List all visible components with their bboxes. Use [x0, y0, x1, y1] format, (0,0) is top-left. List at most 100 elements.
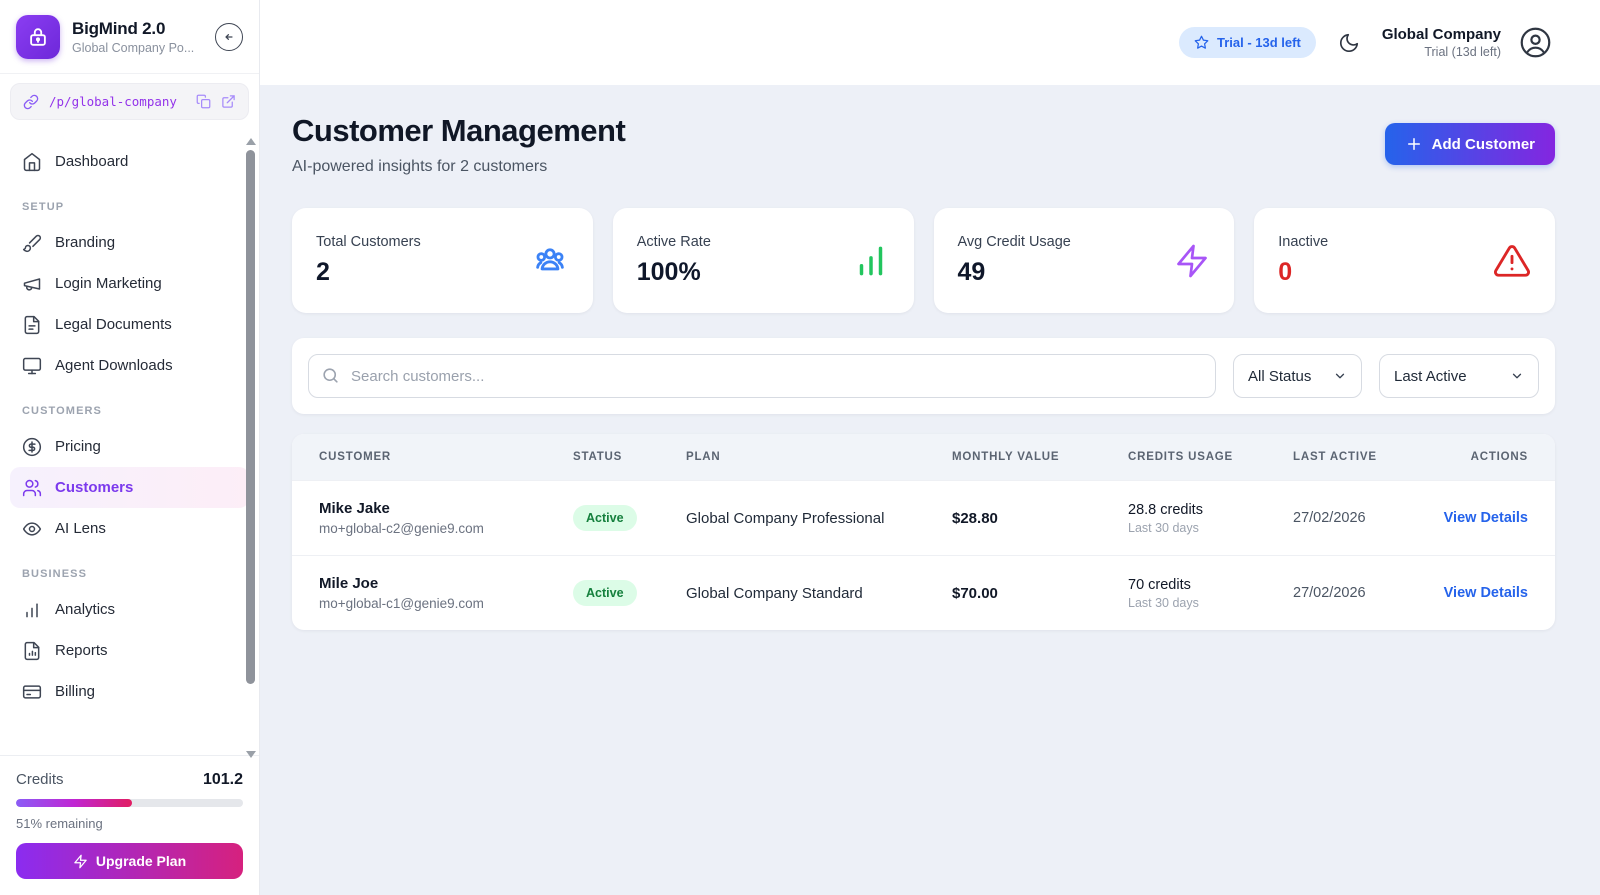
sidebar-item-label: Branding	[55, 234, 116, 251]
stat-label: Total Customers	[316, 234, 421, 250]
stat-label: Avg Credit Usage	[957, 234, 1071, 250]
upgrade-plan-button[interactable]: Upgrade Plan	[16, 843, 243, 879]
add-customer-button[interactable]: Add Customer	[1384, 123, 1555, 165]
plus-icon	[1405, 135, 1423, 153]
add-customer-label: Add Customer	[1431, 135, 1535, 153]
sidebar-item-dashboard[interactable]: Dashboard	[10, 141, 249, 182]
sidebar-item-agent-downloads[interactable]: Agent Downloads	[10, 345, 249, 386]
customers-table: Customer Status Plan Monthly Value Credi…	[292, 434, 1555, 630]
upgrade-plan-label: Upgrade Plan	[95, 853, 187, 869]
last-active-date: 27/02/2026	[1293, 510, 1366, 526]
status-badge: Active	[573, 505, 637, 531]
page-title-row: Customer Management AI-powered insights …	[292, 113, 1555, 176]
sidebar-item-label: Agent Downloads	[55, 357, 173, 374]
nav-section-business: BUSINESS	[22, 568, 88, 580]
main-column: Trial - 13d left Global Company Trial (1…	[260, 0, 1600, 895]
sidebar-item-legal-documents[interactable]: Legal Documents	[10, 304, 249, 345]
sidebar-item-label: Pricing	[55, 438, 101, 455]
alert-triangle-icon	[1493, 242, 1531, 280]
stat-value: 2	[316, 258, 330, 286]
view-details-link[interactable]: View Details	[1444, 510, 1528, 526]
credits-period: Last 30 days	[1128, 595, 1199, 610]
stat-card-total-customers: Total Customers 2	[292, 208, 593, 313]
credits-used: 70 credits	[1128, 576, 1191, 593]
customer-email: mo+global-c2@genie9.com	[319, 521, 484, 536]
sidebar-item-reports[interactable]: Reports	[10, 630, 249, 671]
collapse-sidebar-button[interactable]	[215, 23, 243, 51]
sort-filter-select[interactable]: Last Active	[1379, 354, 1539, 398]
scroll-up-arrow-icon[interactable]	[246, 138, 256, 145]
sidebar-header: BigMind 2.0 Global Company Po...	[0, 0, 259, 74]
sidebar-scrollbar	[245, 138, 257, 758]
account-name: Global Company	[1381, 26, 1501, 43]
sidebar-item-customers[interactable]: Customers	[10, 467, 249, 508]
users-icon	[22, 478, 42, 498]
portal-url-chip[interactable]: /p/global-company	[10, 83, 249, 120]
sidebar-item-label: Customers	[55, 479, 134, 496]
file-chart-icon	[22, 641, 42, 661]
nav-section-setup: SETUP	[22, 201, 65, 213]
stat-value: 0	[1278, 258, 1293, 286]
sidebar-item-login-marketing[interactable]: Login Marketing	[10, 263, 249, 304]
credits-remaining: 51% remaining	[16, 816, 103, 831]
sidebar-item-label: Legal Documents	[55, 316, 172, 333]
credits-label: Credits	[16, 771, 64, 788]
nav-section-customers: CUSTOMERS	[22, 405, 102, 417]
column-header-actions: Actions	[1470, 451, 1528, 463]
stat-card-active-rate: Active Rate 100%	[612, 208, 914, 313]
chevron-down-icon	[1510, 369, 1524, 383]
table-header-row: Customer Status Plan Monthly Value Credi…	[292, 434, 1555, 480]
table-row: Mile Joe mo+global-c1@genie9.com Active …	[292, 555, 1555, 630]
sidebar-item-label: Analytics	[55, 601, 116, 618]
scroll-down-arrow-icon[interactable]	[246, 751, 256, 758]
sidebar-item-pricing[interactable]: Pricing	[10, 426, 249, 467]
page-subtitle: AI-powered insights for 2 customers	[292, 158, 548, 175]
stat-card-inactive: Inactive 0	[1254, 208, 1555, 313]
trial-badge[interactable]: Trial - 13d left	[1179, 27, 1316, 58]
sidebar-item-branding[interactable]: Branding	[10, 222, 249, 263]
dollar-circle-icon	[22, 437, 42, 457]
lightning-icon	[1174, 243, 1210, 279]
sidebar-item-billing[interactable]: Billing	[10, 671, 249, 712]
monitor-icon	[22, 356, 42, 376]
link-icon	[23, 94, 39, 110]
bar-chart-icon	[22, 600, 42, 620]
monthly-value: $28.80	[952, 509, 998, 527]
arrow-left-circle-icon	[222, 30, 236, 44]
customer-email: mo+global-c1@genie9.com	[319, 596, 484, 611]
external-link-icon	[221, 94, 236, 109]
status-filter-value: All Status	[1248, 367, 1312, 385]
scrollbar-thumb[interactable]	[246, 150, 255, 684]
filter-bar: All Status Last Active	[292, 338, 1555, 414]
star-icon	[1194, 35, 1209, 50]
credits-period: Last 30 days	[1128, 520, 1199, 535]
sidebar-item-label: Billing	[55, 683, 96, 700]
view-details-link[interactable]: View Details	[1444, 585, 1528, 601]
plan-name: Global Company Professional	[686, 509, 885, 527]
top-header: Trial - 13d left Global Company Trial (1…	[260, 0, 1600, 85]
copy-link-button[interactable]	[196, 94, 211, 109]
credit-card-icon	[22, 682, 42, 702]
open-portal-button[interactable]	[221, 94, 236, 109]
dark-mode-toggle[interactable]	[1334, 28, 1364, 58]
column-header-status: Status	[573, 451, 623, 463]
app-logo	[16, 15, 60, 59]
app-title: BigMind 2.0	[72, 19, 166, 38]
account-info: Global Company Trial (13d left)	[1382, 26, 1501, 59]
status-filter-select[interactable]: All Status	[1233, 354, 1362, 398]
credits-used: 28.8 credits	[1128, 501, 1203, 518]
table-row: Mike Jake mo+global-c2@genie9.com Active…	[292, 480, 1555, 555]
user-menu-button[interactable]	[1519, 26, 1552, 59]
bar-chart-icon	[852, 242, 890, 280]
sidebar-item-ai-lens[interactable]: AI Lens	[10, 508, 249, 549]
trial-badge-label: Trial - 13d left	[1217, 35, 1301, 50]
credits-panel: Credits 101.2 51% remaining Upgrade Plan	[0, 755, 259, 895]
eye-icon	[22, 519, 42, 539]
stat-label: Active Rate	[636, 234, 711, 250]
status-badge: Active	[573, 580, 637, 606]
search-input[interactable]	[308, 354, 1216, 398]
sidebar-item-analytics[interactable]: Analytics	[10, 589, 249, 630]
monthly-value: $70.00	[952, 584, 998, 602]
brush-icon	[22, 233, 42, 253]
sidebar-item-label: AI Lens	[55, 520, 106, 537]
